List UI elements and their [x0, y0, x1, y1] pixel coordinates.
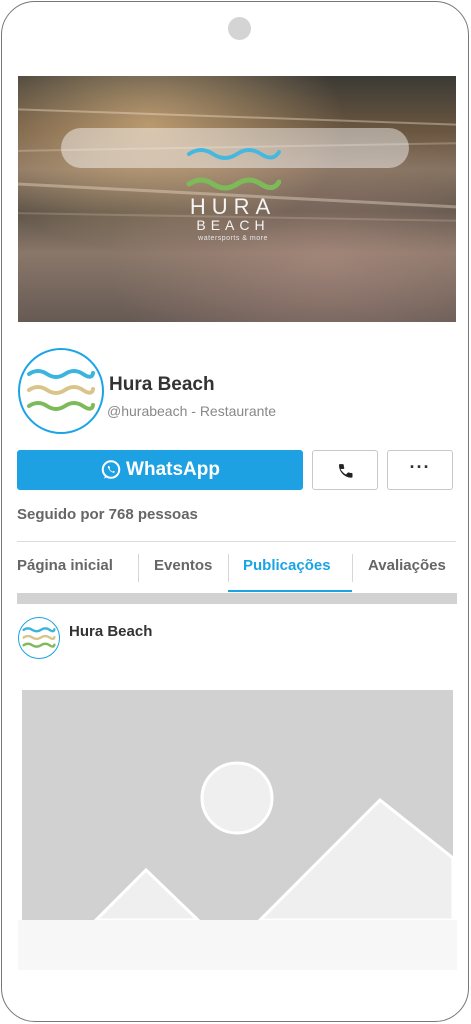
tab-separator — [352, 554, 353, 582]
active-tab-indicator — [228, 590, 352, 592]
tab-separator — [138, 554, 139, 582]
section-separator — [17, 593, 457, 604]
tab-reviews[interactable]: Avaliações — [368, 544, 446, 592]
tab-events[interactable]: Eventos — [154, 544, 212, 592]
post-footer — [18, 920, 457, 970]
divider — [17, 541, 456, 542]
phone-frame: HURA BEACH watersports & more Hura Beach… — [1, 1, 469, 1022]
whatsapp-icon — [101, 460, 121, 479]
tab-posts[interactable]: Publicações — [243, 544, 331, 592]
more-options-button[interactable]: ··· — [387, 450, 453, 490]
profile-avatar[interactable] — [18, 348, 104, 434]
cover-photo[interactable]: HURA BEACH watersports & more — [18, 76, 456, 322]
page-title: Hura Beach — [109, 374, 215, 395]
page-handle-category: @hurabeach - Restaurante — [107, 403, 277, 419]
cover-logo: HURA BEACH watersports & more — [178, 146, 288, 256]
logo-waves-icon — [27, 369, 95, 411]
front-camera — [228, 17, 251, 40]
post-image-placeholder[interactable] — [22, 690, 453, 920]
followers-count: Seguido por 768 pessoas — [17, 506, 198, 523]
logo-waves-icon — [186, 148, 281, 191]
cover-wave-highlight — [18, 107, 456, 127]
call-button[interactable] — [312, 450, 378, 490]
whatsapp-button-label: WhatsApp — [126, 459, 220, 480]
page-screen: HURA BEACH watersports & more Hura Beach… — [16, 74, 457, 970]
post-author-name[interactable]: Hura Beach — [69, 623, 152, 640]
phone-icon — [339, 464, 353, 478]
tab-separator — [228, 554, 229, 582]
whatsapp-button[interactable]: WhatsApp — [17, 450, 303, 490]
cover-logo-tagline: watersports & more — [198, 235, 268, 242]
image-placeholder-icon — [22, 690, 453, 920]
tab-home[interactable]: Página inicial — [17, 544, 113, 592]
page-tabs: Página inicial Eventos Publicações Avali… — [16, 544, 457, 594]
post-author-avatar[interactable] — [18, 617, 60, 659]
logo-waves-icon — [22, 627, 56, 648]
